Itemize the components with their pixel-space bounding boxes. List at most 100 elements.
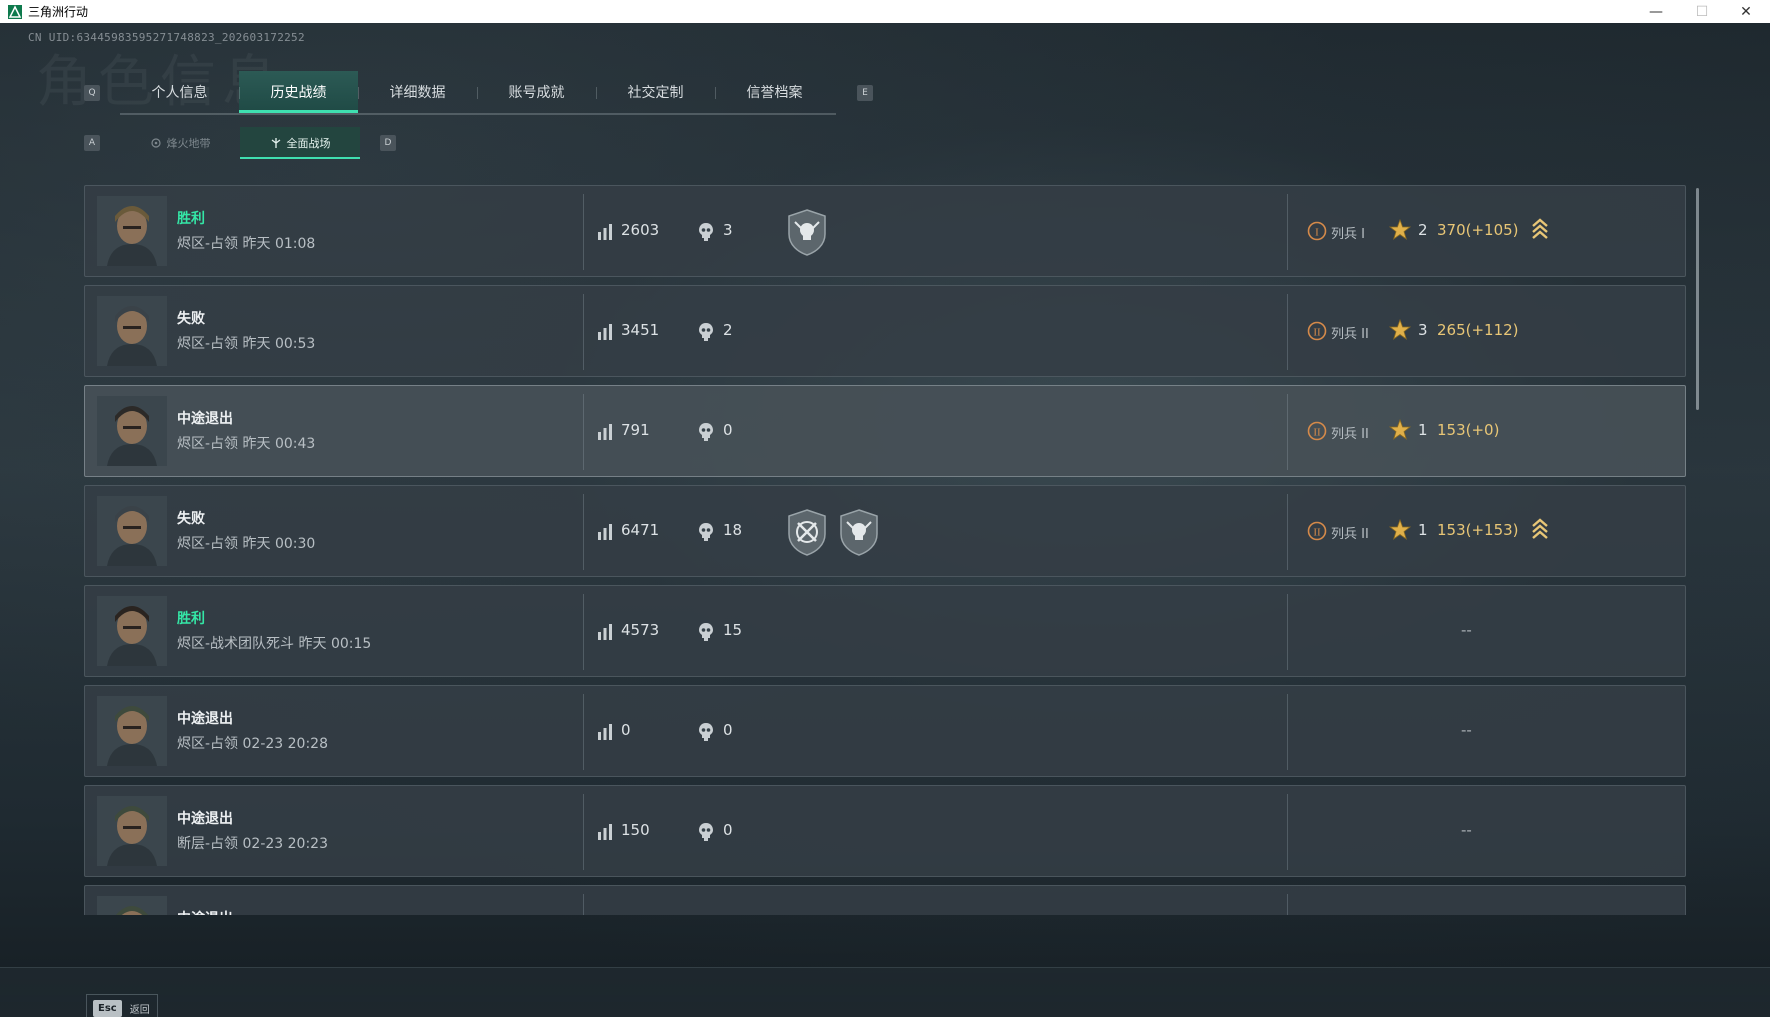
score-bars-icon [598,824,612,840]
match-map-time: 烬区-战术团队死斗 昨天 00:15 [177,636,372,652]
match-kills: 0 [723,721,733,739]
match-row[interactable]: 中途退出 烬区-占领 02-23 20:28 0 0 -- [84,685,1686,777]
match-row[interactable]: 胜利 烬区-占领 昨天 01:08 2603 3 I 列兵 I 2 370(+105) [84,185,1686,277]
tab-1[interactable]: 历史战绩 [239,71,358,113]
skull-kills-icon [699,223,713,241]
match-result: 胜利 [177,611,205,627]
match-score: 0 [621,721,631,739]
prev-subtab-key[interactable]: A [84,135,100,151]
subtab-hazard-zone[interactable]: 烽火地带 [120,127,240,159]
tab-2[interactable]: 详细数据 [358,71,477,113]
close-button[interactable]: ✕ [1724,0,1768,23]
match-score: 3451 [621,321,660,339]
match-row[interactable]: 中途退出 断层-占领 02-23 20:23 150 0 -- [84,785,1686,877]
svg-text:I: I [1315,227,1319,239]
column-divider [583,494,584,570]
column-divider [583,294,584,370]
next-tab-key[interactable]: E [857,85,873,101]
column-divider [1287,794,1288,870]
svg-text:II: II [1313,527,1321,539]
subtab-label: 全面战场 [286,137,331,150]
rank-label: 列兵 II [1331,427,1369,442]
rank-up-chevron-icon [1532,218,1548,239]
minimize-button[interactable]: — [1634,0,1678,23]
window-titlebar: 三角洲行动 — ☐ ✕ [0,0,1770,23]
match-row[interactable]: 中途退出 烬区-占领 昨天 00:43 791 0 II 列兵 II 1 153(+0) [84,385,1686,477]
tab-4[interactable]: 社交定制 [596,71,715,113]
rank-empty: -- [1461,621,1472,639]
match-map-time: 烬区-占领 昨天 00:30 [177,536,316,552]
tab-5[interactable]: 信誉档案 [715,71,834,113]
star-count: 2 [1418,221,1428,239]
esc-key-icon: Esc [93,999,122,1017]
match-result: 失败 [177,511,205,527]
rank-emblem-icon: II [1307,521,1327,541]
match-score: 2603 [621,221,660,239]
next-subtab-key[interactable]: D [380,135,396,151]
main-stage: 角色信息 CN UID:634459835952717488​23_202603… [0,23,1770,1017]
match-score: 6471 [621,521,660,539]
prev-tab-key[interactable]: Q [84,85,100,101]
footer-bar: Esc 返回 [0,967,1770,1017]
main-tabs: 个人信息 历史战绩 详细数据 账号成就 社交定制 信誉档案 [120,71,836,115]
operator-avatar [97,596,167,666]
match-result: 中途退出 [177,811,233,827]
match-score: 4573 [621,621,660,639]
match-row[interactable]: 失败 烬区-占领 昨天 00:53 3451 2 II 列兵 II 3 265(+112) [84,285,1686,377]
list-scrollbar[interactable] [1696,188,1699,410]
star-icon [1389,319,1411,341]
match-kills: 18 [723,521,743,539]
match-result: 失败 [177,311,205,327]
column-divider [583,394,584,470]
operator-avatar [97,396,167,466]
skull-kills-icon [699,323,713,341]
score-bars-icon [598,324,612,340]
match-row[interactable]: 胜利 烬区-战术团队死斗 昨天 00:15 4573 15 -- [84,585,1686,677]
match-kills: 2 [723,321,733,339]
skull-kills-icon [699,523,713,541]
rank-label: 列兵 II [1331,527,1369,542]
skull-shield-icon[interactable] [785,208,829,256]
score-bars-icon [598,524,612,540]
svg-text:II: II [1313,427,1321,439]
column-divider [583,594,584,670]
operator-avatar [97,796,167,866]
match-kills: 3 [723,221,733,239]
match-result: 中途退出 [177,411,233,427]
mode-subtabs: 烽火地带 全面战场 [120,127,360,159]
score-bars-icon [598,624,612,640]
operator-avatar [97,896,167,915]
maximize-button[interactable]: ☐ [1680,0,1724,23]
column-divider [583,194,584,270]
star-icon [1389,519,1411,541]
star-icon [1389,419,1411,441]
column-divider [583,894,584,915]
skull-kills-icon [699,423,713,441]
rank-empty: -- [1461,821,1472,839]
match-map-time: 烬区-占领 昨天 00:43 [177,436,316,452]
cross-shield-icon[interactable] [785,508,829,556]
skull-kills-icon [699,823,713,841]
star-count: 1 [1418,421,1428,439]
tab-3[interactable]: 账号成就 [477,71,596,113]
back-label: 返回 [129,1004,150,1016]
skull-kills-icon [699,623,713,641]
score-bars-icon [598,224,612,240]
subtab-label: 烽火地带 [166,137,211,150]
match-score: 791 [621,421,650,439]
rank-points: 153(+0) [1437,421,1500,439]
back-button[interactable]: Esc 返回 [86,994,158,1017]
subtab-full-battlefield[interactable]: 全面战场 [240,127,360,159]
operator-avatar [97,496,167,566]
match-row[interactable]: 失败 烬区-占领 昨天 00:30 6471 18 II 列兵 II 1 153(+153) [84,485,1686,577]
column-divider [1287,294,1288,370]
app-logo-icon [8,4,22,19]
tab-0[interactable]: 个人信息 [120,71,239,113]
column-divider [1287,394,1288,470]
skull-shield-icon[interactable] [837,508,881,556]
operator-avatar [97,196,167,266]
window-title: 三角洲行动 [28,5,89,19]
rank-emblem-icon: II [1307,421,1327,441]
hazard-zone-icon [150,138,161,148]
match-row[interactable]: 中途退出 [84,885,1686,915]
